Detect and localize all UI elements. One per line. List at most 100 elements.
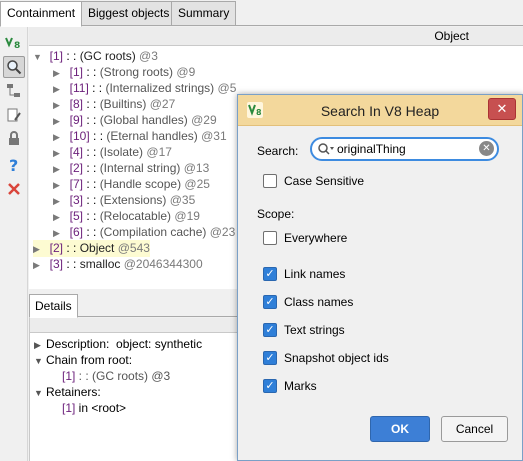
scope-label: Scope: [257,207,295,221]
svg-text:?: ? [9,157,18,173]
collapse-arrow-icon[interactable]: ▼ [34,353,46,369]
tree-row[interactable]: ▶ [11] : : (Internalized strings) @5 [53,80,236,97]
class-names-label: Class names [284,295,354,309]
tree-row[interactable]: ▶ [1] : : (Strong roots) @9 [53,64,195,81]
marks-label: Marks [284,379,317,393]
tree-row[interactable]: ▼ [1] : : (GC roots) @3 [33,48,158,65]
expand-arrow-icon[interactable]: ▶ [34,337,46,353]
row-object-id: @3 [139,49,158,63]
retainer-text: in <root> [75,401,127,415]
tab-biggest-objects[interactable]: Biggest objects [81,1,177,26]
row-separator: : : [63,257,80,271]
retainers-label: Retainers: [46,385,101,399]
tree-row[interactable]: ▶ [4] : : (Isolate) @17 [53,144,172,161]
tree-column-header: Object [29,27,523,46]
dialog-title: Search In V8 Heap [320,103,440,119]
row-object-id: @25 [184,177,210,191]
tree-row[interactable]: ▶ [10] : : (Eternal handles) @31 [53,128,227,145]
row-index: [3] [69,193,84,207]
row-object-id: @29 [191,113,217,127]
row-name: (Relocatable) [99,209,172,223]
row-object-id: @17 [146,145,172,159]
tree-row[interactable]: ▶ [9] : : (Global handles) @29 [53,112,217,129]
ok-button[interactable]: OK [370,416,430,442]
collapse-arrow-icon[interactable]: ▼ [34,385,46,401]
row-object-id: @9 [176,65,196,79]
top-tabbar: Containment Biggest objects Summary [0,0,523,27]
case-sensitive-checkbox[interactable] [263,174,277,188]
row-index: [8] [69,97,84,111]
link-names-checkbox[interactable]: ✓ [263,267,277,281]
dialog-titlebar: 8 Search In V8 Heap ✕ [238,95,522,126]
chain-from-root-row[interactable]: ▼ Chain from root: [34,352,132,368]
row-separator: : : [83,161,100,175]
tree-row[interactable]: ▶ [2] : : (Internal string) @13 [53,160,209,177]
row-object-id: @19 [174,209,200,223]
row-object-id: @543 [117,241,150,255]
close-icon[interactable] [3,178,25,200]
row-name: (Handle scope) [99,177,182,191]
tree-row[interactable]: ▶ [7] : : (Handle scope) @25 [53,176,210,193]
row-separator: : : [83,177,100,191]
tab-containment[interactable]: Containment [0,1,83,27]
search-options-icon[interactable] [317,142,335,158]
class-names-checkbox[interactable]: ✓ [263,295,277,309]
row-index: [1] [49,49,64,63]
tab-summary[interactable]: Summary [171,1,237,26]
row-index: [2] [69,161,84,175]
marks-checkbox[interactable]: ✓ [263,379,277,393]
tree-row[interactable]: ▶ [3] : : (Extensions) @35 [53,192,195,209]
description-label: Description: [46,337,110,351]
row-object-id: @23 [209,225,236,239]
row-separator: : : [83,145,100,159]
help-icon[interactable]: ? [3,154,25,176]
tree-row[interactable]: ▶ [6] : : (Compilation cache) @23 [53,224,235,241]
retainer-item[interactable]: [1] in <root> [62,400,126,416]
snapshot-object-ids-checkbox[interactable]: ✓ [263,351,277,365]
edit-icon[interactable] [3,104,25,126]
tab-details[interactable]: Details [29,294,78,318]
text-strings-label: Text strings [284,323,345,337]
row-object-id: @35 [169,193,196,207]
chain-label: Chain from root: [46,353,133,367]
cancel-button[interactable]: Cancel [441,416,508,442]
everywhere-checkbox[interactable] [263,231,277,245]
search-icon[interactable] [3,56,25,78]
v8-heap-icon[interactable]: 8 [3,32,25,54]
row-index: [1] [69,65,84,79]
link-names-label: Link names [284,267,346,281]
collapse-arrow-icon[interactable]: ▼ [33,49,43,66]
row-separator: : : [83,209,100,223]
search-value: originalThing [337,142,406,156]
row-separator: : : [83,65,100,79]
description-row[interactable]: ▶ Description: object: synthetic [34,336,202,352]
tree-row[interactable]: ▶ [2] : : Object @543 [33,240,150,257]
row-index: [11] [69,81,89,95]
hierarchy-icon[interactable] [3,80,25,102]
tree-row[interactable]: ▶ [5] : : (Relocatable) @19 [53,208,200,225]
search-input[interactable]: originalThing ✕ [310,137,499,161]
chain-item-index: [1] [62,369,76,383]
chain-item[interactable]: [1] : : (GC roots) @3 [62,368,170,384]
row-name: Object [79,241,115,255]
text-strings-checkbox[interactable]: ✓ [263,323,277,337]
tree-row[interactable]: ▶ [8] : : (Builtins) @27 [53,96,175,113]
row-separator: : : [88,81,106,95]
row-name: (GC roots) [79,49,136,63]
row-name: (Extensions) [99,193,167,207]
row-object-id: @27 [149,97,176,111]
row-name: (Internalized strings) [105,81,215,95]
clear-search-icon[interactable]: ✕ [479,141,494,156]
dialog-close-button[interactable]: ✕ [488,98,516,120]
retainers-row[interactable]: ▼ Retainers: [34,384,101,400]
expand-arrow-icon[interactable]: ▶ [33,257,43,274]
retainer-index: [1] [62,401,76,415]
chain-item-text: : : (GC roots) @3 [75,369,171,383]
tree-row[interactable]: ▶ [3] : : smalloc @2046344300 [33,256,203,273]
row-separator: : : [89,129,107,143]
row-separator: : : [83,225,100,239]
row-separator: : : [83,113,100,127]
lock-icon[interactable] [3,128,25,150]
object-column-label: Object [434,29,469,43]
row-name: (Isolate) [99,145,144,159]
